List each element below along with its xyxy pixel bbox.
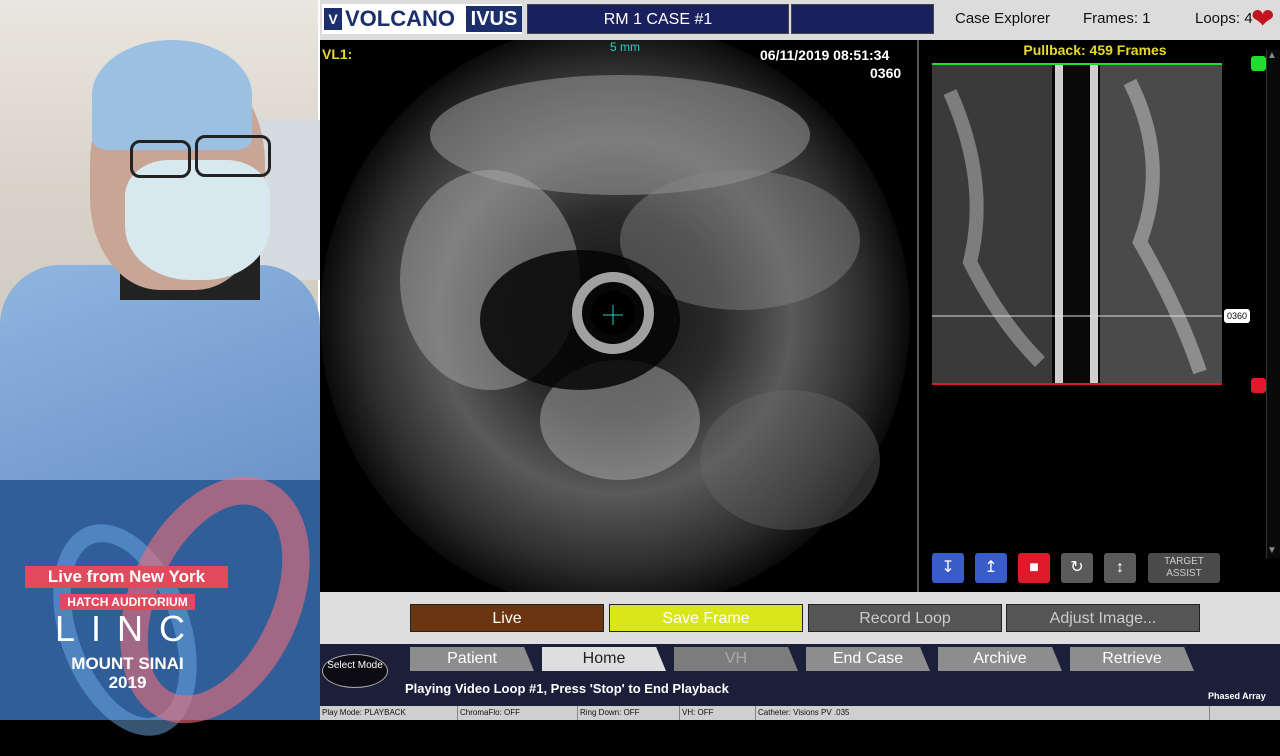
volcano-wordmark: VOLCANO <box>345 6 455 31</box>
phased-array-label: Phased Array <box>1208 691 1266 701</box>
scale-indicator: 5 mm <box>610 40 640 54</box>
glasses <box>195 135 271 177</box>
status-chromaflo: ChromaFlo: OFF <box>458 706 578 720</box>
event-logo: LINC <box>55 608 202 649</box>
target-assist-button[interactable]: TARGET ASSIST <box>1148 553 1220 583</box>
tab-home[interactable]: Home <box>542 647 666 671</box>
book-up-icon: ↥ <box>984 559 998 576</box>
status-vh: VH: OFF <box>680 706 756 720</box>
status-catheter: Catheter: Visions PV .035 <box>756 706 1210 720</box>
volcano-mark-icon: V <box>324 8 342 30</box>
bookmark-up-button[interactable]: ↥ <box>975 553 1007 583</box>
surgical-mask <box>125 160 270 280</box>
heart-icon: ❤ <box>1251 3 1275 34</box>
year-label: 2019 <box>108 673 147 692</box>
ivus-cross-section-image[interactable] <box>320 40 917 592</box>
glasses <box>130 140 191 178</box>
tab-end-case[interactable]: End Case <box>806 647 930 671</box>
location-label: MOUNT SINAI <box>71 654 184 673</box>
pullback-label: Pullback: 459 Frames <box>1023 42 1167 58</box>
case-info-field <box>791 4 934 34</box>
view-label: VL1: <box>322 46 353 62</box>
live-button[interactable]: Live <box>410 604 604 632</box>
select-mode-button[interactable]: Select Mode <box>322 654 388 688</box>
tab-patient[interactable]: Patient <box>410 647 534 671</box>
save-frame-button[interactable]: Save Frame <box>609 604 803 632</box>
timestamp: 06/11/2019 08:51:34 <box>760 47 890 63</box>
split-view-button[interactable]: ↕ <box>1104 553 1136 583</box>
record-loop-button[interactable]: Record Loop <box>808 604 1002 632</box>
loop-icon: ↻ <box>1070 559 1084 576</box>
stop-button[interactable]: ■ <box>1018 553 1050 583</box>
bookmark-down-button[interactable]: ↧ <box>932 553 964 583</box>
loop-button[interactable]: ↻ <box>1061 553 1093 583</box>
tab-retrieve[interactable]: Retrieve <box>1070 647 1194 671</box>
frame-scrollbar[interactable] <box>1266 50 1280 558</box>
frame-number: 0360 <box>870 65 902 81</box>
tab-vh[interactable]: VH <box>674 647 798 671</box>
current-frame-tag[interactable]: 0360 <box>1224 309 1250 323</box>
end-marker-handle[interactable] <box>1251 378 1266 393</box>
scroll-up-icon[interactable]: ▲ <box>1267 50 1277 61</box>
surgical-cap <box>92 40 252 150</box>
status-play-mode: Play Mode: PLAYBACK <box>320 706 458 720</box>
frames-count: Frames: 1 <box>1083 10 1151 27</box>
tab-archive[interactable]: Archive <box>938 647 1062 671</box>
case-title: RM 1 CASE #1 <box>527 4 789 34</box>
book-down-icon: ↧ <box>941 559 955 576</box>
stop-icon: ■ <box>1029 559 1039 576</box>
status-message: Playing Video Loop #1, Press 'Stop' to E… <box>405 681 729 696</box>
ivus-badge: IVUS <box>466 6 522 32</box>
status-ring-down: Ring Down: OFF <box>578 706 680 720</box>
adjust-image-button[interactable]: Adjust Image... <box>1006 604 1200 632</box>
scroll-down-icon[interactable]: ▼ <box>1267 545 1277 556</box>
start-marker-handle[interactable] <box>1251 56 1266 71</box>
live-from-label: Live from New York <box>25 566 228 588</box>
split-icon: ↕ <box>1116 559 1124 576</box>
case-explorer-link[interactable]: Case Explorer <box>955 10 1070 27</box>
longitudinal-empty-area <box>932 387 1222 545</box>
longitudinal-view-image[interactable] <box>930 62 1224 387</box>
